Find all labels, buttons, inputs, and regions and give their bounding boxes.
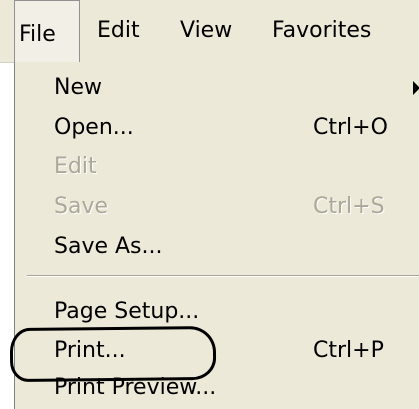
menu-item-print[interactable]: Print... Ctrl+P: [15, 331, 419, 371]
menu-item-label: Print Preview...: [54, 375, 217, 400]
menu-item-label: New: [54, 75, 102, 100]
menu-item-label: Open...: [54, 115, 134, 140]
menu-view[interactable]: View: [180, 0, 232, 62]
file-dropdown-menu: New Open... Ctrl+O Edit Save Ctrl+S Save…: [14, 62, 419, 409]
menu-bar: File Edit View Favorites: [0, 0, 419, 63]
menu-item-label: Page Setup...: [54, 299, 200, 324]
menu-item-edit: Edit: [15, 147, 419, 187]
menu-item-label: Save As...: [54, 234, 163, 259]
menu-item-new[interactable]: New: [15, 68, 419, 108]
menu-item-print-preview[interactable]: Print Preview...: [15, 368, 419, 408]
menu-item-open[interactable]: Open... Ctrl+O: [15, 108, 419, 148]
menu-item-label: Save: [54, 194, 109, 219]
menu-item-shortcut: Ctrl+O: [313, 115, 388, 140]
menu-file[interactable]: File: [14, 0, 80, 62]
menu-item-shortcut: Ctrl+P: [313, 338, 384, 363]
menu-item-shortcut: Ctrl+S: [313, 194, 385, 219]
menu-edit[interactable]: Edit: [97, 0, 140, 62]
menu-item-label: Edit: [54, 154, 97, 179]
menu-item-save-as[interactable]: Save As...: [15, 227, 419, 267]
submenu-arrow-icon: [413, 81, 419, 95]
menu-favorites[interactable]: Favorites: [272, 0, 371, 62]
menu-item-page-setup[interactable]: Page Setup...: [15, 292, 419, 332]
menu-separator: [27, 275, 419, 277]
menu-item-save: Save Ctrl+S: [15, 187, 419, 227]
menu-item-label: Print...: [54, 338, 126, 363]
